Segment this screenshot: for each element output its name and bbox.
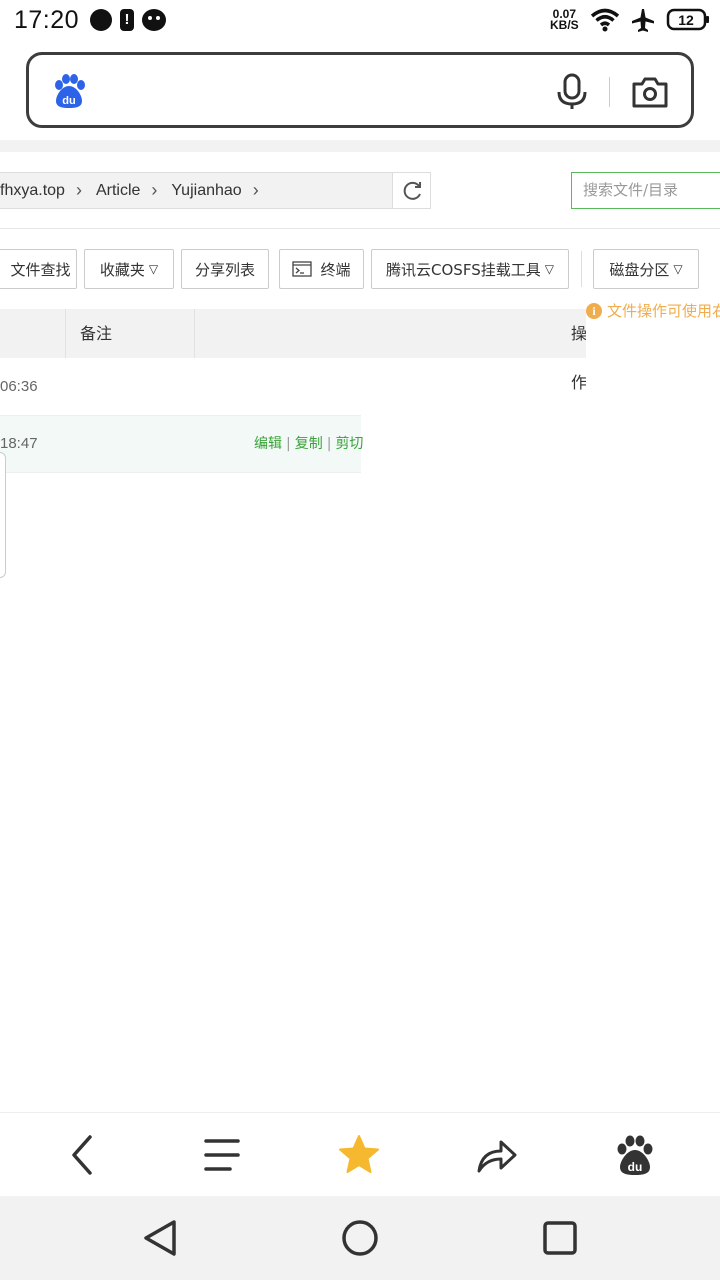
status-time: 17:20	[14, 6, 80, 34]
disk-partition-label: 磁盘分区	[609, 260, 670, 279]
operation-notice: i 文件操作可使用右	[586, 300, 720, 321]
favorite-star-icon[interactable]	[337, 1133, 381, 1177]
notification-dot-icon	[90, 9, 112, 31]
side-panel-edge[interactable]	[0, 452, 6, 578]
breadcrumb-item[interactable]: yfhxya.top	[0, 182, 65, 200]
file-search-input[interactable]: 搜索文件/目录	[571, 172, 720, 209]
chat-icon	[142, 9, 166, 31]
table-header: 备注 操作	[0, 309, 586, 392]
status-right-icons: 12	[590, 8, 709, 32]
system-recents-icon[interactable]	[540, 1218, 580, 1258]
table-row[interactable]: 06:36	[0, 359, 361, 416]
breadcrumb-item[interactable]: Yujianhao	[171, 182, 241, 200]
file-find-button[interactable]: 文件查找	[0, 249, 77, 289]
refresh-icon	[403, 181, 421, 200]
cosfs-mount-button[interactable]: 腾讯云COSFS挂载工具 ▽	[371, 249, 569, 289]
favorites-label: 收藏夹	[99, 260, 145, 279]
edit-link[interactable]: 编辑	[254, 436, 282, 452]
breadcrumb-item[interactable]: Article	[96, 182, 140, 200]
toolbar-separator	[581, 251, 582, 287]
cosfs-mount-label: 腾讯云COSFS挂载工具	[386, 260, 541, 279]
svg-text:du: du	[62, 95, 75, 107]
baidu-home-icon[interactable]: du	[613, 1133, 657, 1177]
system-home-icon[interactable]	[340, 1218, 380, 1258]
chevron-right-icon: ›	[151, 180, 158, 200]
table-header-note[interactable]: 备注	[66, 309, 195, 358]
chevron-down-icon: ▽	[544, 262, 554, 276]
copy-link[interactable]: 复制	[295, 436, 323, 452]
notice-text: 文件操作可使用右	[607, 302, 720, 320]
battery-level: 12	[678, 12, 694, 28]
row-operations: 编辑 | 复制 | 剪切	[254, 436, 364, 452]
chevron-down-icon: ▽	[148, 262, 159, 276]
share-icon[interactable]	[475, 1133, 519, 1177]
terminal-label: 终端	[320, 260, 351, 279]
refresh-button[interactable]	[392, 172, 431, 209]
airplane-icon	[632, 9, 654, 32]
table-header-cell	[0, 309, 66, 358]
row-time: 06:36	[0, 378, 38, 395]
table-row[interactable]: 18:47 编辑 | 复制 | 剪切	[0, 416, 364, 473]
cut-link[interactable]: 剪切	[335, 436, 363, 452]
menu-icon[interactable]	[200, 1133, 244, 1177]
camera-icon[interactable]	[631, 74, 669, 110]
chevron-down-icon: ▽	[673, 262, 683, 276]
toolbar-divider	[0, 228, 720, 229]
file-find-label: 文件查找	[10, 260, 71, 279]
content-divider	[0, 140, 720, 152]
terminal-button[interactable]: 终端	[279, 249, 364, 289]
share-list-label: 分享列表	[194, 260, 255, 279]
svg-text:du: du	[628, 1160, 643, 1174]
share-list-button[interactable]: 分享列表	[181, 249, 269, 289]
battery-icon: 12	[666, 8, 709, 31]
status-left-icons: !	[90, 9, 166, 31]
baidu-logo-icon[interactable]: du	[51, 73, 87, 109]
net-speed-unit: KB/S	[550, 18, 579, 32]
info-icon: i	[586, 302, 602, 319]
alert-icon: !	[120, 9, 134, 31]
browser-bottom-nav: du	[0, 1112, 720, 1196]
system-back-icon[interactable]	[140, 1218, 180, 1258]
status-bar: 17:20 ! 0.07 KB/S 12	[0, 0, 720, 40]
microphone-icon[interactable]	[555, 73, 589, 111]
browser-search-bar[interactable]: du	[26, 52, 694, 128]
table-header-operation: 操作	[571, 324, 586, 392]
system-nav-bar	[0, 1196, 720, 1280]
favorites-button[interactable]: 收藏夹 ▽	[84, 249, 174, 289]
chevron-right-icon: ›	[75, 180, 82, 200]
back-icon[interactable]	[60, 1133, 104, 1177]
search-separator	[609, 77, 610, 107]
wifi-icon	[590, 8, 620, 32]
chevron-right-icon: ›	[252, 180, 259, 200]
breadcrumb[interactable]: yfhxya.top › Article › Yujianhao ›	[0, 172, 393, 209]
terminal-icon	[292, 261, 313, 277]
net-speed: 0.07 KB/S	[550, 8, 579, 32]
disk-partition-button[interactable]: 磁盘分区 ▽	[593, 249, 699, 289]
